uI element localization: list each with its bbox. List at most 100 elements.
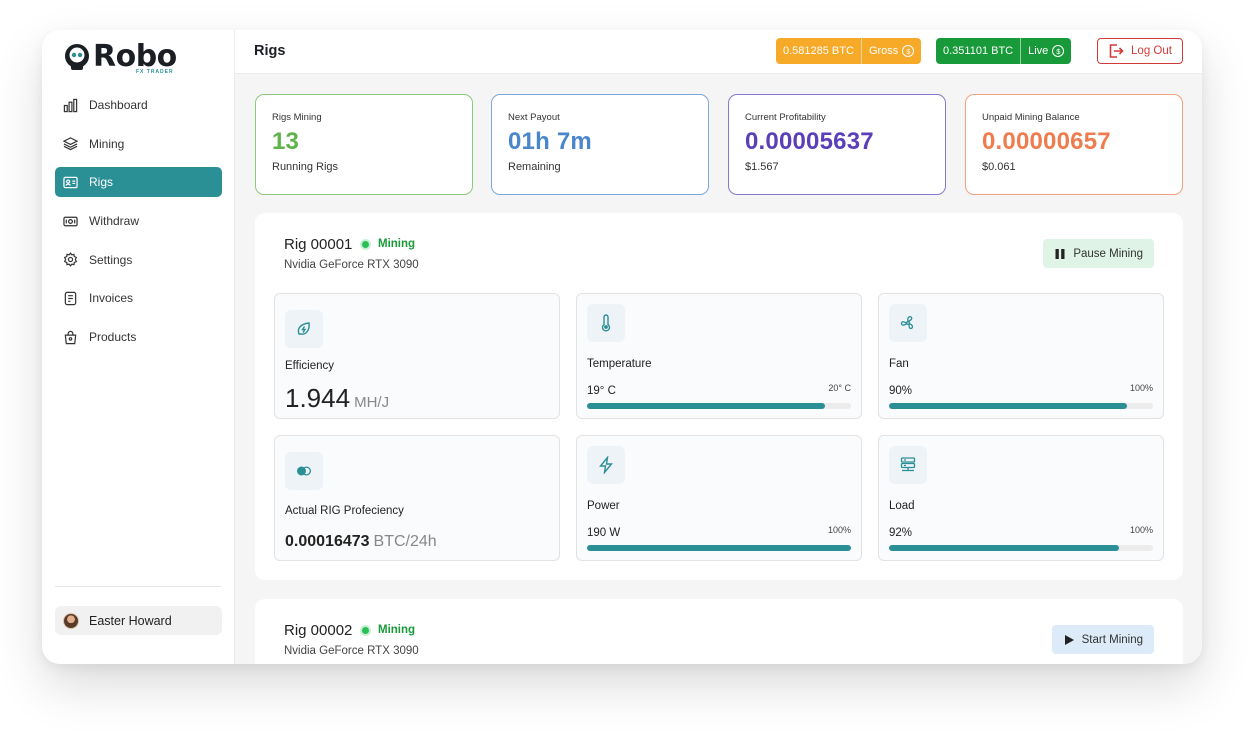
lightning-icon [599,456,613,474]
sidebar-item-label: Invoices [89,291,134,306]
stat-value: 13 [272,128,300,155]
rig-status: Mining [362,624,415,636]
fan-label: Fan [889,358,909,370]
stat-label: Rigs Mining [272,112,322,123]
sidebar-item-dashboard[interactable]: Dashboard [55,90,222,120]
stat-label: Unpaid Mining Balance [982,112,1080,123]
load-value: 92% [889,527,913,539]
sidebar-item-label: Settings [89,252,133,267]
power-card: Power 190 W 100% [576,435,862,561]
efficiency-icon-box [285,310,323,348]
circles-icon [297,466,311,476]
fan-progress-fill [889,403,1127,409]
sidebar-item-label: Rigs [89,175,114,190]
logout-icon [1109,44,1124,58]
rig-panel: Rig 00001 Mining Nvidia GeForce RTX 3090… [255,213,1183,580]
stat-card-unpaid-balance: Unpaid Mining Balance 0.00000657 $0.061 [965,94,1183,195]
stat-sub: $1.567 [745,161,779,173]
leaf-icon [297,322,310,335]
main-content: Rigs 0.581285 BTC Gross $ 0.351101 BTC L… [235,30,1202,664]
logout-label: Log Out [1131,45,1172,57]
rig-model: Nvidia GeForce RTX 3090 [284,259,419,271]
robot-logo-icon [65,44,89,70]
proficiency-value: 0.00016473 [285,533,370,550]
power-label: Power [587,500,620,512]
start-mining-button[interactable]: Start Mining [1051,625,1154,654]
sidebar-item-mining[interactable]: Mining [55,129,222,159]
rig-status-label: Mining [378,624,416,636]
efficiency-value: 1.944 [285,383,351,413]
efficiency-label: Efficiency [285,360,335,372]
pause-mining-label: Pause Mining [1073,247,1143,260]
app-window: Robo FX TRADER Dashboard Mining Rigs Wit… [42,30,1202,664]
proficiency-unit: BTC/24h [373,533,437,550]
rig-status: Mining [362,238,415,250]
power-max: 100% [827,525,851,535]
sidebar-item-label: Withdraw [89,214,140,229]
avatar [63,612,79,629]
rig-model: Nvidia GeForce RTX 3090 [284,645,419,657]
stat-sub: Remaining [508,161,561,173]
stat-sub: $0.061 [982,161,1016,173]
stat-card-rigs-mining: Rigs Mining 13 Running Rigs [255,94,473,195]
gross-label: Gross [868,45,899,57]
gross-amount: 0.581285 BTC [783,45,854,57]
user-name: Easter Howard [89,613,172,628]
gross-balance-badge[interactable]: 0.581285 BTC Gross $ [776,38,922,64]
sidebar-item-invoices[interactable]: Invoices [55,283,222,313]
power-value: 190 W [587,527,621,539]
rig-name: Rig 00002 [284,622,353,639]
invoice-icon [64,291,77,306]
fan-icon [900,316,914,330]
stat-value: 01h 7m [508,128,592,155]
fan-icon-box [889,304,927,342]
user-profile[interactable]: Easter Howard [55,606,222,635]
status-dot-icon [362,626,369,634]
server-icon [900,457,916,472]
efficiency-unit: MH/J [354,394,390,411]
logout-button[interactable]: Log Out [1097,38,1183,64]
stat-value: 0.00005637 [745,128,874,155]
live-label: Live [1028,45,1049,57]
app-tagline: FX TRADER [136,69,174,75]
id-card-icon [63,176,78,189]
stat-label: Current Profitability [745,112,826,123]
proficiency-card: Actual RIG Profeciency 0.00016473 BTC/24… [274,435,560,561]
sidebar-item-withdraw[interactable]: Withdraw [55,206,222,236]
proficiency-icon-box [285,452,323,490]
dollar-coin-icon: $ [902,45,915,57]
shopping-bag-icon [64,330,77,344]
efficiency-value-row: 1.944 MH/J [285,383,389,414]
sidebar-divider [55,586,221,587]
load-progress-bar [889,545,1153,551]
fan-progress-bar [889,403,1153,409]
pause-mining-button[interactable]: Pause Mining [1043,239,1154,268]
temperature-max: 20° C [828,383,851,393]
stat-card-next-payout: Next Payout 01h 7m Remaining [491,94,709,195]
play-icon [1064,634,1074,645]
sidebar-item-settings[interactable]: Settings [55,245,222,275]
sidebar-item-products[interactable]: Products [55,322,222,352]
sidebar-item-label: Mining [89,136,125,151]
temperature-value: 19° C [587,385,616,397]
bar-chart-icon [63,98,78,112]
temperature-card: Temperature 19° C 20° C [576,293,862,419]
sidebar-item-rigs[interactable]: Rigs [55,167,222,198]
dollar-coin-icon: $ [1052,45,1065,57]
load-icon-box [889,446,927,484]
sidebar-nav: Dashboard Mining Rigs Withdraw Settings … [55,90,222,361]
power-progress-fill [587,545,851,551]
live-toggle[interactable]: Live $ [1020,38,1071,64]
load-label: Load [889,500,915,512]
logo[interactable]: Robo [62,42,177,72]
stat-sub: Running Rigs [272,161,339,173]
temperature-progress-bar [587,403,851,409]
temperature-label: Temperature [587,358,652,370]
load-card: Load 92% 100% [878,435,1164,561]
gross-toggle[interactable]: Gross $ [860,38,921,64]
live-balance-badge[interactable]: 0.351101 BTC Live $ [936,38,1072,64]
efficiency-card: Efficiency 1.944 MH/J [274,293,560,419]
temperature-progress-fill [587,403,825,409]
topbar: Rigs 0.581285 BTC Gross $ 0.351101 BTC L… [235,30,1202,74]
cash-icon [63,216,78,226]
